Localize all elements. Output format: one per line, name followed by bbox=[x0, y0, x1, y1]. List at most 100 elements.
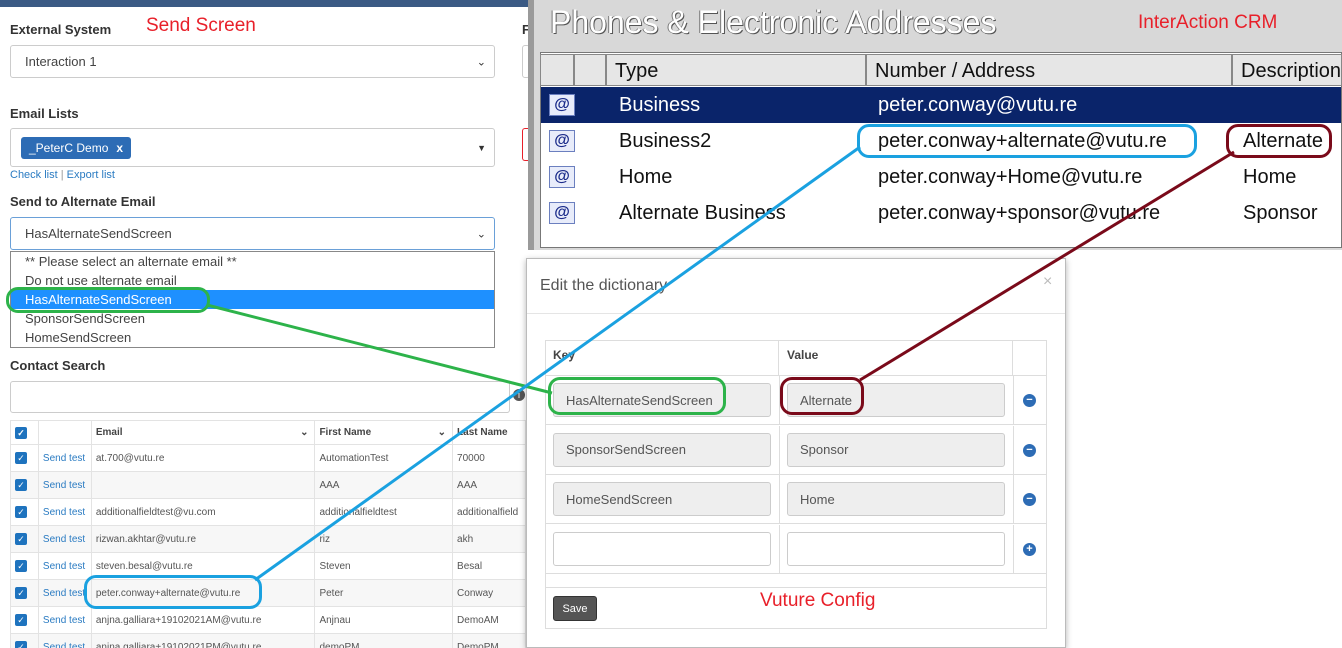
col-header-first-name[interactable]: First Name ⌄ bbox=[314, 420, 454, 445]
last-name-cell: AAA bbox=[452, 471, 526, 499]
crm-row[interactable]: @ Alternate Business peter.conway+sponsor@… bbox=[541, 195, 1341, 231]
send-test-label: Send test bbox=[42, 560, 86, 572]
first-name-cell: riz bbox=[314, 525, 454, 553]
send-test-link[interactable]: Send test bbox=[37, 498, 92, 526]
dropdown-option[interactable]: HomeSendScreen bbox=[11, 328, 494, 347]
email-cell: at.700@vutu.re bbox=[90, 444, 316, 472]
email-at-icon: @ bbox=[549, 94, 575, 116]
col-header-key: Key bbox=[545, 340, 779, 376]
send-test-link[interactable]: Send test bbox=[37, 471, 92, 499]
divider bbox=[545, 587, 1047, 588]
first-name-cell: Peter bbox=[314, 579, 454, 607]
edit-dictionary-dialog: Edit the dictionary × Key Value HasAlter… bbox=[526, 258, 1066, 648]
row-checkbox[interactable]: ✓ bbox=[10, 444, 39, 472]
remove-row-icon[interactable]: − bbox=[1023, 443, 1036, 457]
email-lists-select[interactable]: _PeterC Demo x ▼ bbox=[10, 128, 495, 167]
col-header-actions bbox=[1013, 340, 1047, 376]
send-test-link[interactable]: Send test bbox=[37, 552, 92, 580]
last-name-cell: additionalfield bbox=[452, 498, 526, 526]
maroon-highlight-crm-desc bbox=[1226, 124, 1332, 158]
divider bbox=[779, 425, 780, 475]
crm-title: Phones & Electronic Addresses bbox=[550, 4, 997, 40]
last-name-cell: DemoPM bbox=[452, 633, 526, 648]
sort-chevron-icon: ⌄ bbox=[300, 427, 309, 438]
dict-value-input[interactable]: Home bbox=[787, 482, 1005, 516]
dropdown-option[interactable]: ** Please select an alternate email ** bbox=[11, 252, 494, 271]
green-highlight-dropdown bbox=[6, 287, 210, 313]
check-icon: ✓ bbox=[15, 560, 27, 572]
send-test-label: Send test bbox=[42, 506, 86, 518]
crm-desc-cell: Home bbox=[1243, 166, 1297, 188]
crm-annotation: InterAction CRM bbox=[1138, 12, 1278, 33]
email-cell: rizwan.akhtar@vutu.re bbox=[90, 525, 316, 553]
remove-row-icon[interactable]: − bbox=[1023, 493, 1036, 506]
check-list-link[interactable]: Check list bbox=[10, 169, 58, 181]
crm-row[interactable]: @ Business peter.conway@vutu.re bbox=[541, 87, 1341, 123]
row-checkbox[interactable]: ✓ bbox=[10, 606, 39, 634]
green-highlight-dict-key bbox=[548, 377, 726, 415]
save-button[interactable]: Save bbox=[553, 596, 597, 621]
send-test-link[interactable]: Send test bbox=[37, 525, 92, 553]
close-icon[interactable]: × bbox=[1043, 273, 1052, 291]
crm-address-cell: peter.conway@vutu.re bbox=[878, 94, 1078, 116]
crm-col-icon bbox=[574, 54, 606, 86]
send-test-label: Send test bbox=[42, 614, 86, 626]
dialog-title: Edit the dictionary bbox=[540, 277, 668, 294]
link-separator: | bbox=[60, 169, 64, 181]
table-row: ✓ Send test rizwan.akhtar@vutu.re riz akh bbox=[10, 525, 526, 553]
row-checkbox[interactable]: ✓ bbox=[10, 579, 39, 607]
select-all-checkbox[interactable]: ✓ bbox=[10, 420, 39, 445]
dict-key-input[interactable]: HomeSendScreen bbox=[553, 482, 771, 516]
crm-col-address[interactable]: Number / Address bbox=[866, 54, 1232, 86]
row-checkbox[interactable]: ✓ bbox=[10, 525, 39, 553]
sort-chevron-icon: ⌄ bbox=[437, 427, 447, 438]
composite-screenshot: External System Send Screen F Interactio… bbox=[0, 0, 1342, 648]
divider bbox=[779, 524, 780, 574]
dict-key-input[interactable]: SponsorSendScreen bbox=[553, 432, 771, 467]
external-system-select[interactable]: Interaction 1 ⌄ bbox=[10, 45, 495, 78]
crm-col-type[interactable]: Type bbox=[606, 54, 866, 86]
contact-search-label: Contact Search bbox=[10, 358, 106, 373]
tag-remove-icon[interactable]: x bbox=[116, 141, 123, 155]
send-screen-annotation: Send Screen bbox=[146, 15, 256, 36]
row-checkbox[interactable]: ✓ bbox=[10, 498, 39, 526]
col-header-email-label: Email bbox=[95, 427, 123, 438]
blue-highlight-crm-address bbox=[857, 124, 1197, 158]
email-at-icon: @ bbox=[549, 130, 575, 152]
first-name-cell: AAA bbox=[314, 471, 454, 499]
add-row-icon[interactable]: + bbox=[1023, 542, 1036, 556]
col-header-action bbox=[37, 420, 92, 445]
crm-col-description[interactable]: Description bbox=[1232, 54, 1342, 86]
table-row: ✓ Send test anjna.galliara+19102021AM@vutu… bbox=[10, 606, 526, 634]
dict-key-input[interactable] bbox=[553, 531, 771, 566]
remove-row-icon[interactable]: − bbox=[1023, 394, 1036, 407]
email-cell: anjna.galliara+19102021PM@vutu.re bbox=[90, 633, 316, 648]
last-name-cell: Besal bbox=[452, 552, 526, 580]
row-checkbox[interactable]: ✓ bbox=[10, 552, 39, 580]
row-checkbox[interactable]: ✓ bbox=[10, 633, 39, 648]
export-list-link[interactable]: Export list bbox=[67, 169, 115, 181]
first-name-cell: demoPM bbox=[314, 633, 454, 648]
crm-desc-cell: Sponsor bbox=[1243, 202, 1318, 224]
email-cell bbox=[90, 471, 316, 499]
crm-row[interactable]: @ Home peter.conway+Home@vutu.re Home bbox=[541, 159, 1341, 195]
alt-email-value: HasAlternateSendScreen bbox=[25, 226, 172, 241]
send-test-link[interactable]: Send test bbox=[37, 444, 92, 472]
col-header-value: Value bbox=[779, 340, 1013, 376]
dict-value-input[interactable]: Sponsor bbox=[787, 432, 1005, 467]
send-test-link[interactable]: Send test bbox=[37, 606, 92, 634]
send-test-link[interactable]: Send test bbox=[37, 633, 92, 648]
dict-value-input[interactable] bbox=[787, 531, 1005, 566]
blue-highlight-table-email bbox=[84, 575, 262, 609]
caret-down-icon: ▼ bbox=[477, 142, 486, 153]
col-header-email[interactable]: Email ⌄ bbox=[90, 420, 316, 445]
alt-email-select[interactable]: HasAlternateSendScreen ⌄ bbox=[10, 217, 495, 250]
email-cell: anjna.galliara+19102021AM@vutu.re bbox=[90, 606, 316, 634]
crm-address-cell: peter.conway+Home@vutu.re bbox=[878, 166, 1143, 188]
contact-search-input[interactable] bbox=[10, 381, 510, 413]
first-name-cell: Steven bbox=[314, 552, 454, 580]
col-header-last-name[interactable]: Last Name bbox=[452, 420, 526, 445]
row-checkbox[interactable]: ✓ bbox=[10, 471, 39, 499]
email-list-tag[interactable]: _PeterC Demo x bbox=[21, 136, 132, 159]
last-name-cell: Conway bbox=[452, 579, 526, 607]
